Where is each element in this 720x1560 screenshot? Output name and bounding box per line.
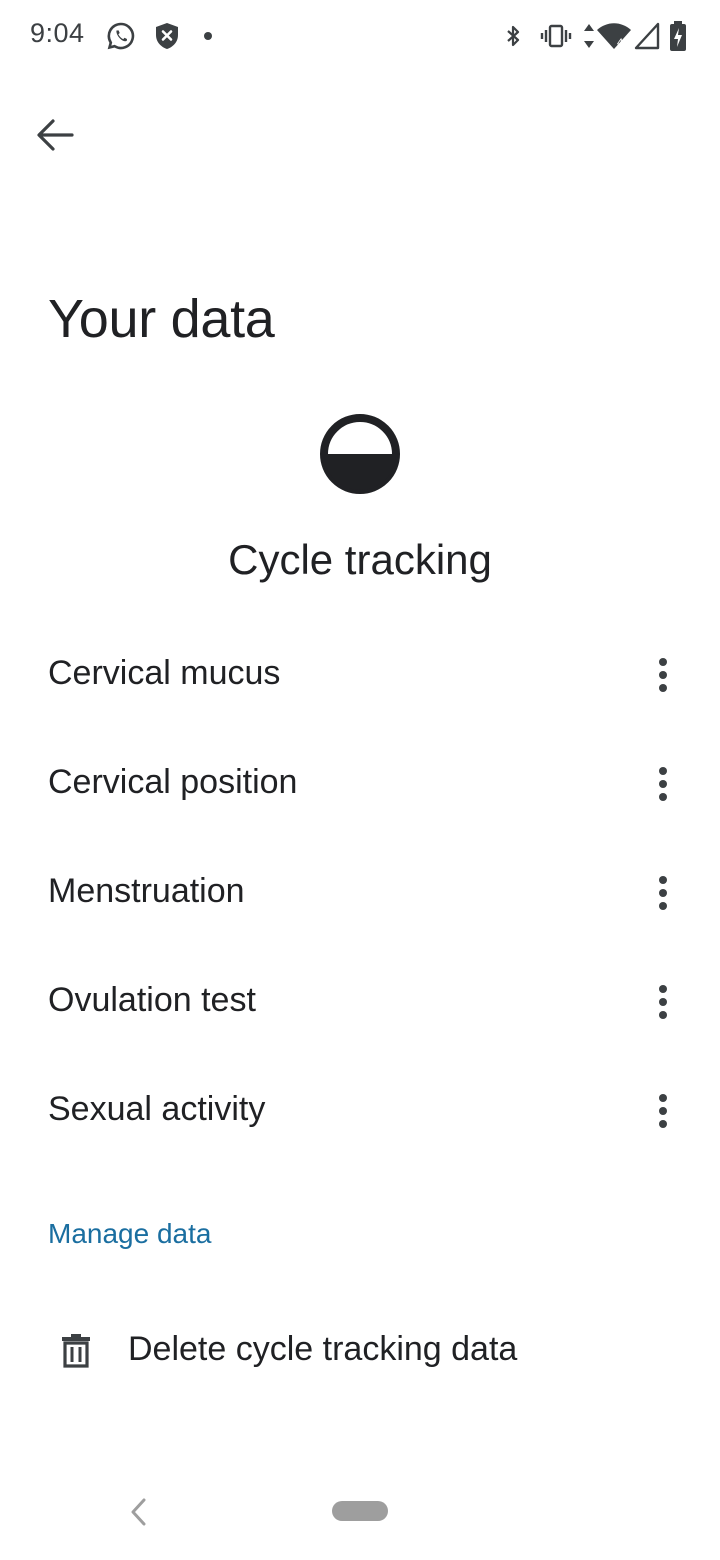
cycle-tracking-icon	[320, 414, 400, 494]
more-vert-icon	[659, 658, 667, 692]
screen: 9:04 4 Your data Cycle tracking Cervical…	[0, 0, 720, 1560]
battery-charging-icon	[670, 21, 686, 51]
status-time: 9:04	[30, 18, 85, 48]
dot-icon	[204, 32, 212, 40]
list-item-label: Menstruation	[48, 872, 245, 910]
signal-icon	[634, 22, 660, 50]
bluetooth-icon	[507, 25, 520, 47]
back-button[interactable]	[26, 106, 84, 164]
more-options-button[interactable]	[640, 652, 686, 698]
home-pill-icon[interactable]	[332, 1501, 388, 1521]
trash-icon	[62, 1334, 90, 1368]
svg-text:4: 4	[617, 37, 623, 49]
more-vert-icon	[659, 1094, 667, 1128]
list-item-sexual-activity[interactable]: Sexual activity	[0, 1058, 720, 1167]
delete-label: Delete cycle tracking data	[128, 1330, 518, 1368]
page-title: Your data	[48, 289, 275, 349]
data-type-list: Cervical mucus Cervical position Menstru…	[0, 622, 720, 1167]
more-vert-icon	[659, 876, 667, 910]
more-vert-icon	[659, 985, 667, 1019]
more-options-button[interactable]	[640, 870, 686, 916]
list-item-cervical-position[interactable]: Cervical position	[0, 731, 720, 840]
list-item-menstruation[interactable]: Menstruation	[0, 840, 720, 949]
more-options-button[interactable]	[640, 1088, 686, 1134]
shield-x-icon	[156, 23, 178, 49]
more-vert-icon	[659, 767, 667, 801]
section-title: Cycle tracking	[228, 536, 492, 583]
more-options-button[interactable]	[640, 761, 686, 807]
wifi-icon: 4	[597, 23, 631, 49]
list-item-label: Cervical mucus	[48, 654, 281, 692]
list-item-label: Cervical position	[48, 763, 298, 801]
manage-data-header: Manage data	[48, 1218, 212, 1249]
nav-back-icon[interactable]	[124, 1494, 156, 1530]
arrow-back-icon	[37, 119, 74, 151]
list-item-label: Ovulation test	[48, 981, 256, 1019]
list-item-cervical-mucus[interactable]: Cervical mucus	[0, 622, 720, 731]
delete-data-button[interactable]: Delete cycle tracking data	[0, 1306, 720, 1398]
data-arrows-icon	[584, 24, 594, 48]
status-bar: 9:04 4	[0, 0, 720, 72]
whatsapp-icon	[107, 22, 135, 50]
more-options-button[interactable]	[640, 979, 686, 1025]
list-item-ovulation-test[interactable]: Ovulation test	[0, 949, 720, 1058]
list-item-label: Sexual activity	[48, 1090, 266, 1128]
vibrate-icon	[540, 24, 572, 48]
